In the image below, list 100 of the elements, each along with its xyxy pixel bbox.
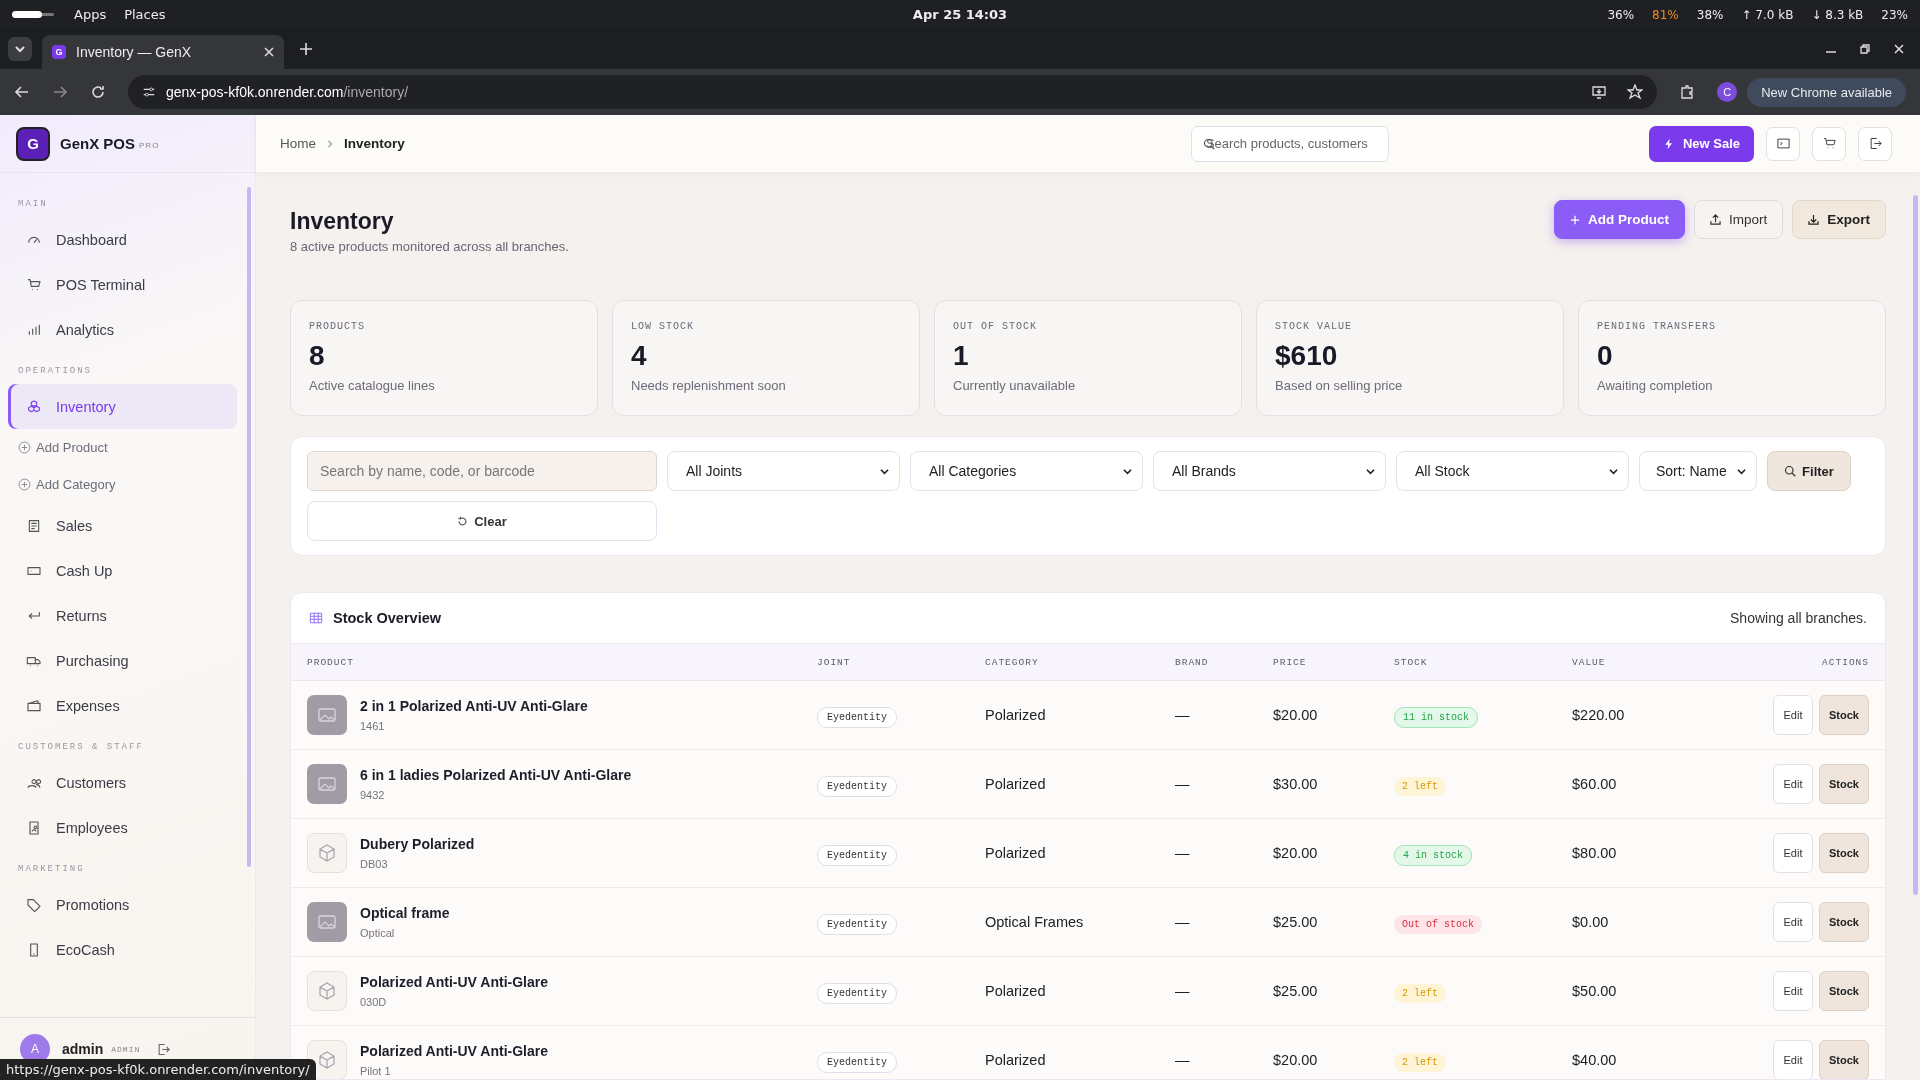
stat-note: Currently unavailable bbox=[953, 378, 1077, 393]
chevron-down-icon bbox=[1123, 466, 1132, 476]
system-indicator[interactable]: 81% bbox=[1652, 7, 1679, 22]
filter-dropdown[interactable]: All Stock bbox=[1396, 451, 1629, 491]
forward-icon[interactable] bbox=[52, 84, 68, 100]
stat-label: LOW STOCK bbox=[631, 321, 695, 332]
system-menu[interactable]: Places bbox=[124, 7, 166, 22]
stock-button[interactable]: Stock bbox=[1819, 902, 1869, 942]
column-header: CATEGORY bbox=[985, 656, 1040, 668]
edit-button[interactable]: Edit bbox=[1773, 764, 1813, 804]
sidebar-item[interactable]: Inventory bbox=[8, 384, 237, 429]
table-title: Stock Overview bbox=[333, 610, 442, 626]
sidebar-item[interactable]: Add Category bbox=[8, 466, 237, 503]
terminal-button[interactable] bbox=[1766, 126, 1800, 161]
table-cell-text: $20.00 bbox=[1273, 845, 1319, 861]
edit-button[interactable]: Edit bbox=[1773, 971, 1813, 1011]
sidebar-item[interactable]: Returns bbox=[8, 593, 237, 638]
sidebar-item[interactable]: Analytics bbox=[8, 307, 237, 352]
clock[interactable]: Apr 25 14:03 bbox=[912, 7, 1008, 22]
sidebar-item[interactable]: POS Terminal bbox=[8, 262, 237, 307]
filter-dropdown[interactable]: All Joints bbox=[667, 451, 900, 491]
close-icon[interactable] bbox=[1894, 44, 1904, 54]
install-icon[interactable] bbox=[1591, 84, 1608, 100]
edit-button[interactable]: Edit bbox=[1773, 902, 1813, 942]
table-cell-text: — bbox=[1175, 914, 1191, 930]
column-header: STOCK bbox=[1394, 656, 1429, 668]
table-cell-text: Polarized bbox=[985, 845, 1047, 861]
edit-button[interactable]: Edit bbox=[1773, 1040, 1813, 1079]
sidebar-item[interactable]: Sales bbox=[8, 503, 237, 548]
system-indicator[interactable]: ↓ 8.3 kB bbox=[1811, 7, 1864, 22]
system-indicator[interactable]: 38% bbox=[1696, 7, 1724, 22]
system-indicator[interactable]: ↑ 7.0 kB bbox=[1741, 7, 1794, 22]
stat-label: PRODUCTS bbox=[309, 321, 366, 332]
logout-icon[interactable] bbox=[156, 1041, 172, 1057]
column-header: BRAND bbox=[1175, 656, 1210, 668]
browser-tab[interactable]: G Inventory — GenX bbox=[42, 35, 284, 69]
stat-value: 0 bbox=[1597, 340, 1614, 372]
system-menu[interactable]: Apps bbox=[74, 7, 107, 22]
sidebar-item[interactable]: Dashboard bbox=[8, 217, 237, 262]
nav-icon bbox=[26, 697, 42, 714]
system-indicator[interactable]: 36% bbox=[1607, 7, 1635, 22]
stat-label: STOCK VALUE bbox=[1275, 321, 1353, 332]
page-action-button[interactable]: Add Product bbox=[1553, 200, 1685, 239]
sidebar-item[interactable]: Cash Up bbox=[8, 548, 237, 593]
stock-button[interactable]: Stock bbox=[1819, 971, 1869, 1011]
stock-button[interactable]: Stock bbox=[1819, 695, 1869, 735]
terminal-icon bbox=[1775, 136, 1791, 151]
page-action-button[interactable]: Export bbox=[1792, 200, 1886, 239]
filter-dropdown[interactable]: All Categories bbox=[910, 451, 1143, 491]
sidebar-item[interactable]: Add Product bbox=[8, 429, 237, 466]
sidebar-item[interactable]: Purchasing bbox=[8, 638, 237, 683]
table-cell-text: $20.00 bbox=[1273, 707, 1319, 723]
nav-icon bbox=[26, 896, 42, 913]
system-indicator[interactable]: 23% bbox=[1881, 7, 1908, 22]
new-tab-icon[interactable] bbox=[300, 43, 312, 55]
update-button[interactable]: New Chrome available bbox=[1747, 77, 1906, 107]
stock-button[interactable]: Stock bbox=[1819, 764, 1869, 804]
site-settings-icon[interactable] bbox=[142, 85, 156, 99]
stat-note: Needs replenishment soon bbox=[631, 378, 787, 393]
sidebar-item[interactable]: EcoCash bbox=[8, 927, 237, 972]
filter-dropdown[interactable]: Sort: Name bbox=[1639, 451, 1757, 491]
stock-button[interactable]: Stock bbox=[1819, 833, 1869, 873]
box-icon bbox=[307, 833, 347, 873]
stock-button[interactable]: Stock bbox=[1819, 1040, 1869, 1079]
table-cell-text: $80.00 bbox=[1572, 845, 1618, 861]
bookmark-star-icon[interactable] bbox=[1627, 84, 1644, 100]
clear-button[interactable]: Clear bbox=[307, 501, 657, 541]
filter-button[interactable]: Filter bbox=[1767, 451, 1851, 491]
address-bar[interactable]: genx-pos-kf0k.onrender.com/inventory/ bbox=[128, 75, 1658, 109]
logout-button[interactable] bbox=[1858, 126, 1892, 161]
product-code: Optical bbox=[360, 927, 396, 939]
chevron-down-icon bbox=[1737, 466, 1746, 476]
filter-dropdown[interactable]: All Brands bbox=[1153, 451, 1386, 491]
search-field[interactable]: Search by name, code, or barcode bbox=[307, 451, 657, 491]
scrollbar[interactable] bbox=[1913, 195, 1918, 895]
back-icon[interactable] bbox=[14, 84, 30, 100]
close-icon[interactable] bbox=[264, 47, 274, 57]
tab-list-icon[interactable] bbox=[8, 37, 32, 61]
table-cell-text: Polarized bbox=[985, 1052, 1047, 1068]
plus-circle-icon bbox=[18, 478, 31, 491]
profile-avatar[interactable]: C bbox=[1717, 82, 1738, 102]
box-icon bbox=[307, 971, 347, 1011]
page-action-button[interactable]: Import bbox=[1693, 200, 1784, 239]
table-cell-text: $30.00 bbox=[1273, 776, 1319, 792]
table-note: Showing all branches. bbox=[1730, 610, 1867, 626]
reload-icon[interactable] bbox=[90, 84, 106, 100]
edit-button[interactable]: Edit bbox=[1773, 833, 1813, 873]
extensions-icon[interactable] bbox=[1679, 84, 1696, 100]
restore-icon[interactable] bbox=[1860, 44, 1870, 54]
sidebar-item[interactable]: Promotions bbox=[8, 882, 237, 927]
scrollbar[interactable] bbox=[247, 187, 251, 867]
edit-button[interactable]: Edit bbox=[1773, 695, 1813, 735]
sidebar-item[interactable]: Expenses bbox=[8, 683, 237, 728]
breadcrumb-link[interactable]: Home bbox=[280, 136, 316, 151]
sidebar-item[interactable]: Customers bbox=[8, 760, 237, 805]
cart-button[interactable] bbox=[1812, 126, 1846, 161]
stat-note: Active catalogue lines bbox=[309, 378, 436, 393]
page-title: Inventory bbox=[290, 208, 395, 235]
new-sale-button[interactable]: New Sale bbox=[1648, 125, 1754, 162]
sidebar-item[interactable]: Employees bbox=[8, 805, 237, 850]
